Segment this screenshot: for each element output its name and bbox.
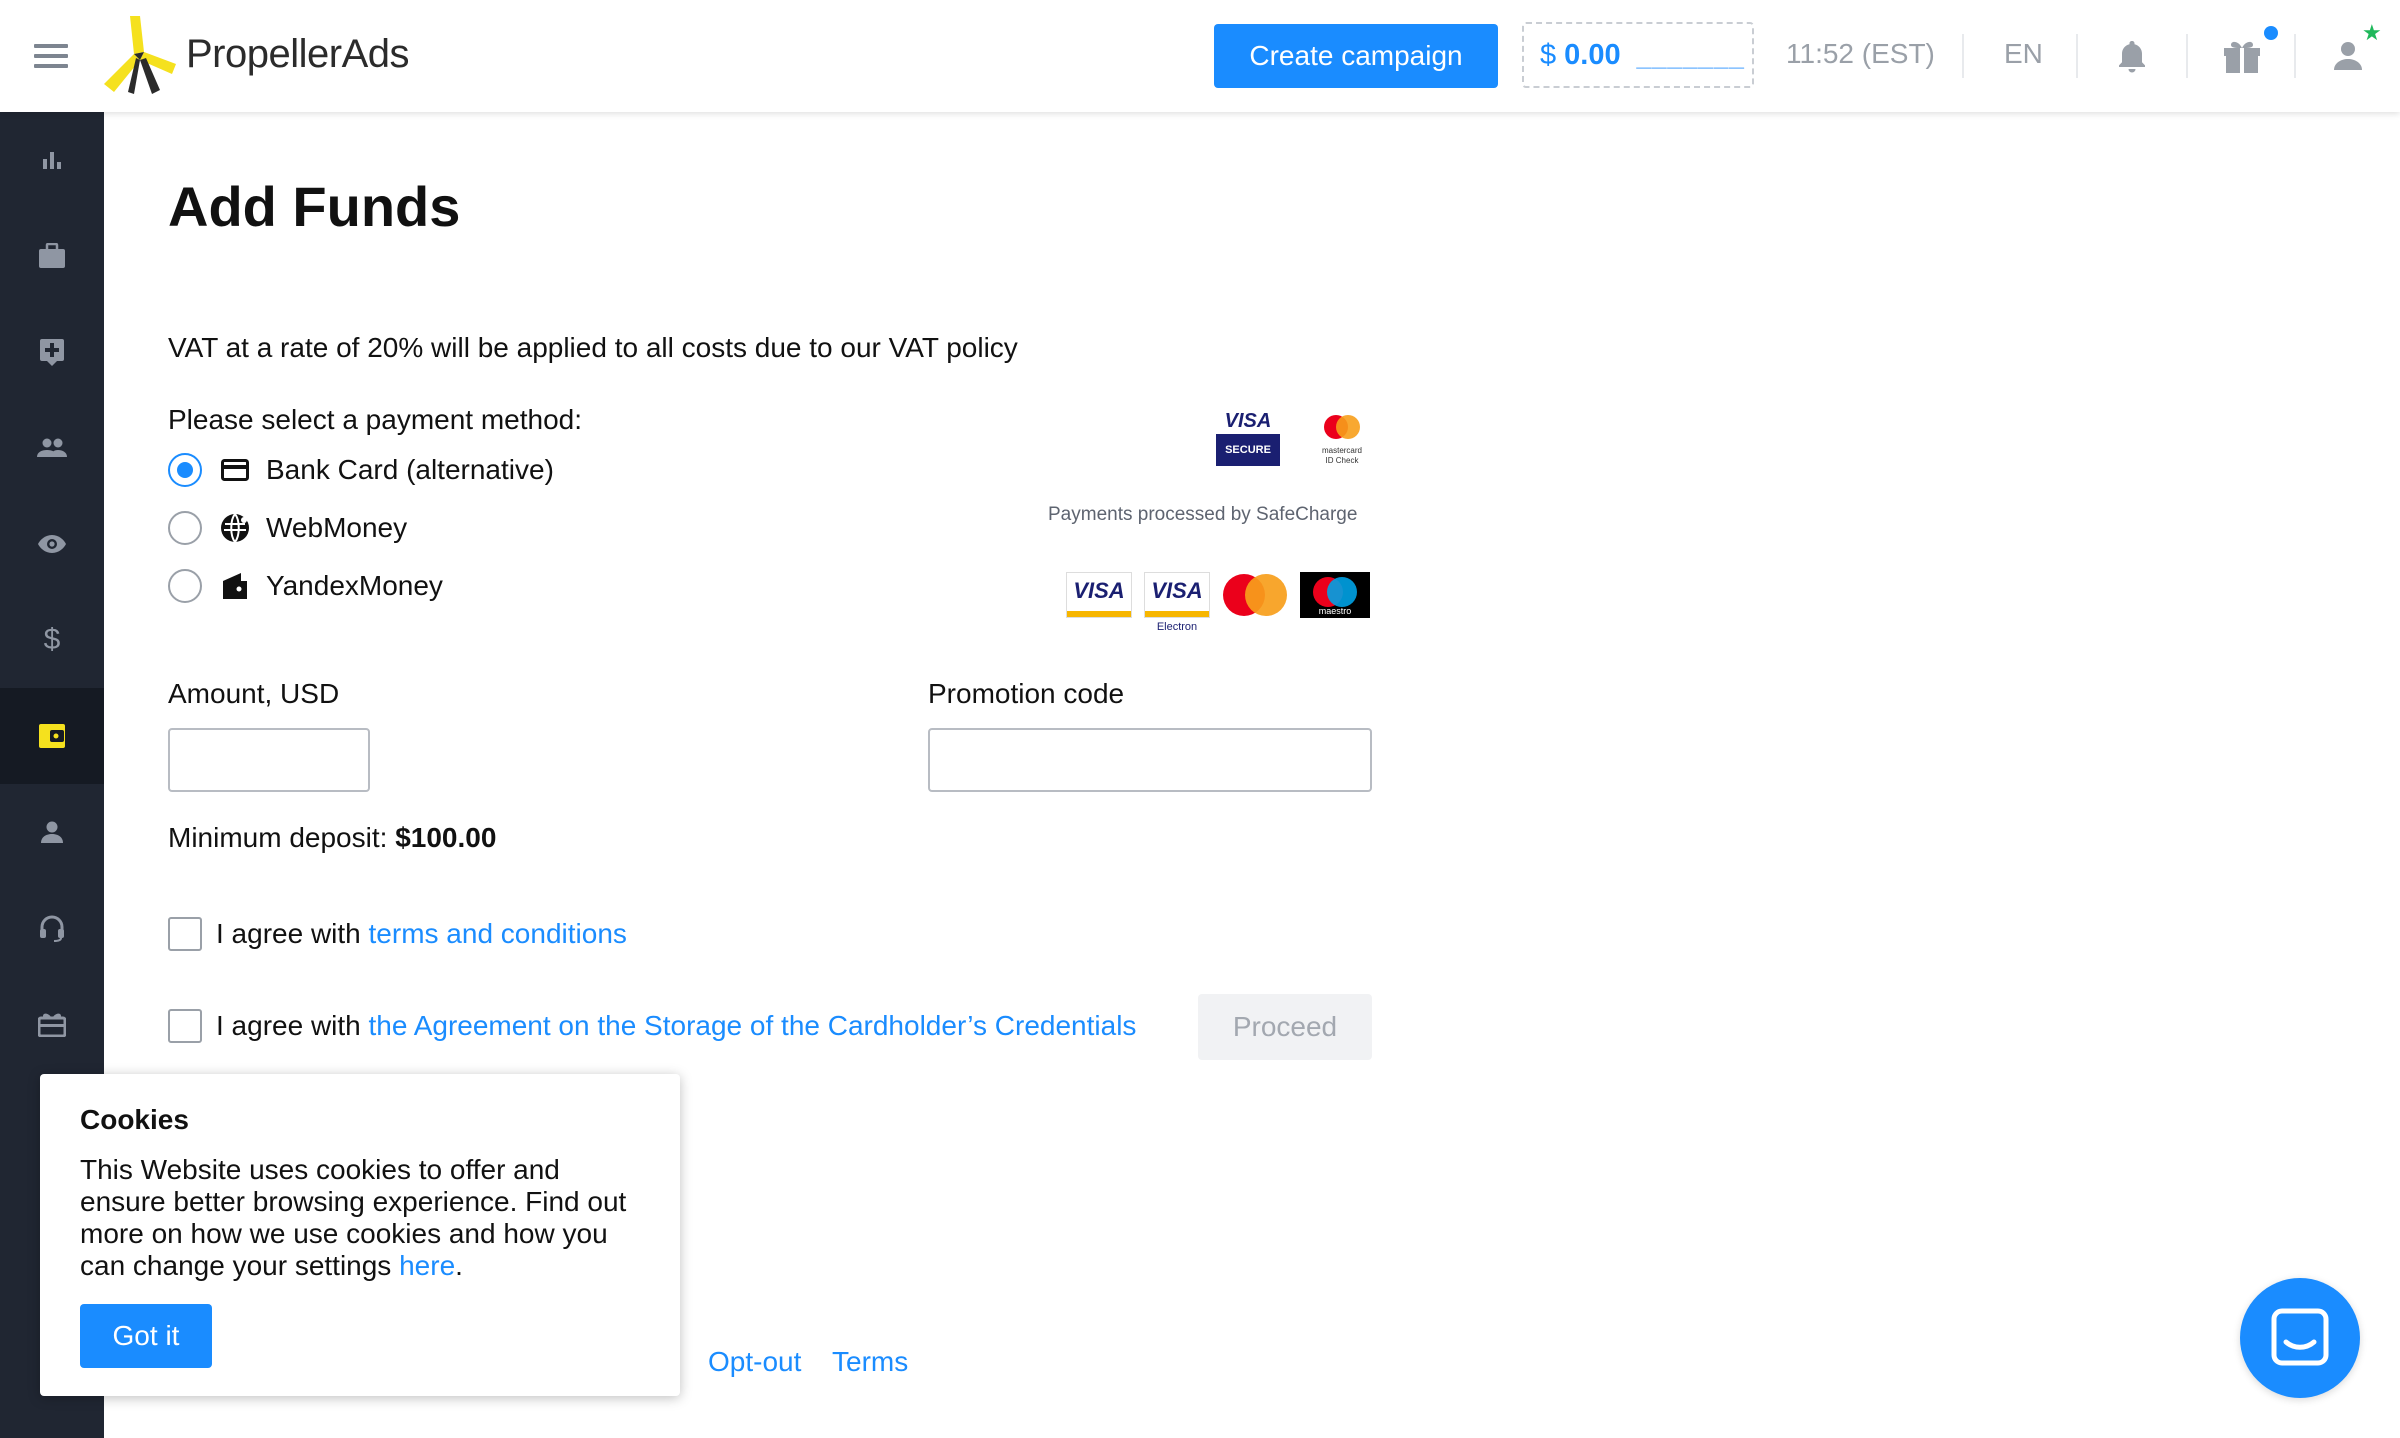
promo-code-input[interactable] bbox=[928, 728, 1372, 792]
cookie-here-link[interactable]: here bbox=[399, 1250, 455, 1281]
gift-card-icon bbox=[38, 1013, 66, 1037]
divider bbox=[2186, 34, 2188, 78]
cookie-title: Cookies bbox=[80, 1104, 189, 1135]
user-icon[interactable]: ★ bbox=[2326, 20, 2382, 78]
mastercard-logo bbox=[1220, 572, 1290, 618]
agree-text: I agree with terms and conditions bbox=[216, 918, 627, 949]
create-campaign-button[interactable]: Create campaign bbox=[1214, 24, 1498, 88]
amount-input[interactable] bbox=[168, 728, 370, 792]
notification-dot bbox=[2264, 26, 2278, 40]
visa-secure-badge: VISA SECURE bbox=[1216, 408, 1280, 466]
minimum-deposit: Minimum deposit: $100.00 bbox=[168, 822, 496, 854]
terms-agreement-row: I agree with terms and conditions bbox=[168, 916, 627, 952]
credentials-checkbox[interactable] bbox=[168, 1009, 202, 1043]
bar-chart-icon bbox=[43, 152, 61, 169]
payment-option-webmoney[interactable]: WebMoney bbox=[168, 508, 407, 548]
menu-icon[interactable] bbox=[34, 44, 68, 68]
divider bbox=[2076, 34, 2078, 78]
balance-currency: $ bbox=[1540, 38, 1557, 71]
radio-bank-card[interactable] bbox=[168, 453, 202, 487]
amount-label: Amount, USD bbox=[168, 678, 340, 709]
payment-option-label: YandexMoney bbox=[266, 570, 443, 601]
plus-box-icon bbox=[40, 339, 64, 366]
divider bbox=[2294, 34, 2296, 78]
chat-widget-button[interactable] bbox=[2240, 1278, 2360, 1398]
terms-link[interactable]: terms and conditions bbox=[369, 918, 627, 949]
footer-terms-link[interactable]: Terms bbox=[832, 1346, 908, 1378]
promo-label: Promotion code bbox=[928, 678, 1125, 709]
sidebar-item-audiences[interactable] bbox=[0, 400, 104, 496]
payment-option-yandexmoney[interactable]: YandexMoney bbox=[168, 566, 443, 606]
balance-topup-placeholder: _______ bbox=[1636, 39, 1745, 70]
headset-icon bbox=[40, 915, 64, 942]
payment-method-label: Please select a payment method: bbox=[168, 404, 583, 435]
dollar-icon: $ bbox=[43, 623, 61, 656]
briefcase-icon bbox=[39, 243, 65, 268]
language-selector[interactable]: EN bbox=[2004, 38, 2043, 70]
logo[interactable]: PropellerAds bbox=[100, 10, 410, 98]
propeller-logo-icon bbox=[104, 16, 176, 94]
sidebar-item-add[interactable] bbox=[0, 304, 104, 400]
visa-electron-logo: VISA Electron bbox=[1144, 572, 1210, 633]
cookie-banner: Cookies This Website uses cookies to off… bbox=[40, 1074, 680, 1396]
balance-field[interactable]: $ 0.00 _______ bbox=[1522, 22, 1754, 88]
credit-card-icon bbox=[218, 453, 252, 487]
proceed-button[interactable]: Proceed bbox=[1198, 994, 1372, 1060]
bell-icon[interactable] bbox=[2110, 34, 2154, 78]
payment-option-bank-card[interactable]: Bank Card (alternative) bbox=[168, 450, 554, 490]
vat-notice: VAT at a rate of 20% will be applied to … bbox=[168, 332, 1018, 363]
people-icon bbox=[37, 438, 67, 457]
terms-checkbox[interactable] bbox=[168, 917, 202, 951]
footer-opt-out-link[interactable]: Opt-out bbox=[708, 1346, 801, 1378]
top-bar: PropellerAds Create campaign $ 0.00 ____… bbox=[0, 0, 2400, 112]
sidebar-item-referral[interactable] bbox=[0, 976, 104, 1072]
logo-text: PropellerAds bbox=[186, 31, 410, 76]
radio-yandexmoney[interactable] bbox=[168, 569, 202, 603]
star-icon: ★ bbox=[2362, 20, 2382, 45]
maestro-logo: maestro bbox=[1300, 572, 1370, 618]
sidebar-item-support[interactable] bbox=[0, 880, 104, 976]
minimum-deposit-label: Minimum deposit: bbox=[168, 822, 388, 853]
sidebar-item-billing[interactable]: $ bbox=[0, 592, 104, 688]
server-time: 11:52 (EST) bbox=[1786, 38, 1935, 69]
agree-text: I agree with the Agreement on the Storag… bbox=[216, 1010, 1137, 1041]
credentials-agreement-row: I agree with the Agreement on the Storag… bbox=[168, 1008, 1136, 1044]
sidebar-item-statistics[interactable] bbox=[0, 112, 104, 208]
balance-amount: 0.00 bbox=[1564, 38, 1621, 71]
yandex-money-icon bbox=[218, 569, 252, 603]
page-title: Add Funds bbox=[168, 175, 461, 238]
wallet-icon bbox=[39, 724, 65, 748]
got-it-button[interactable]: Got it bbox=[80, 1304, 212, 1368]
processed-by-text: Payments processed by SafeCharge bbox=[1048, 504, 1358, 525]
agreement-link[interactable]: the Agreement on the Storage of the Card… bbox=[369, 1010, 1137, 1041]
visa-logo: VISA bbox=[1066, 572, 1132, 618]
chat-icon bbox=[2271, 1308, 2329, 1366]
minimum-deposit-value: $100.00 bbox=[395, 822, 497, 853]
sidebar-item-add-funds[interactable] bbox=[0, 688, 104, 784]
sidebar-item-profile[interactable] bbox=[0, 784, 104, 880]
gift-icon[interactable] bbox=[2220, 26, 2278, 78]
person-icon bbox=[41, 821, 63, 843]
divider bbox=[1962, 34, 1964, 78]
cookie-text: This Website uses cookies to offer and e… bbox=[80, 1154, 627, 1281]
webmoney-icon bbox=[218, 511, 252, 545]
eye-icon bbox=[38, 535, 66, 553]
payment-option-label: WebMoney bbox=[266, 512, 408, 543]
radio-webmoney[interactable] bbox=[168, 511, 202, 545]
sidebar-item-campaigns[interactable] bbox=[0, 208, 104, 304]
sidebar-item-audit[interactable] bbox=[0, 496, 104, 592]
payment-option-label: Bank Card (alternative) bbox=[266, 454, 554, 485]
mastercard-idcheck-badge: mastercard ID Check bbox=[1314, 412, 1370, 472]
